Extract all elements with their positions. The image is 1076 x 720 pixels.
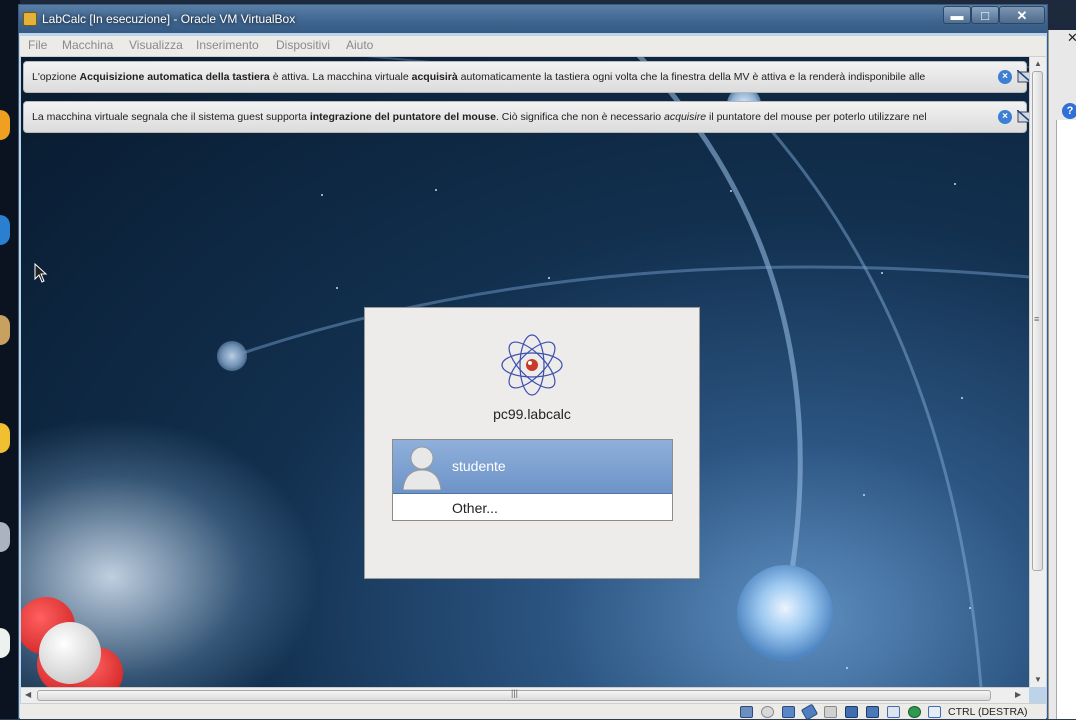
- vertical-scrollbar[interactable]: ▲ ≡ ▼: [1029, 57, 1046, 687]
- star: [435, 189, 437, 191]
- notice-text-part: acquisire: [664, 111, 707, 123]
- close-notice-icon[interactable]: ×: [998, 70, 1012, 84]
- display-icon[interactable]: [866, 706, 879, 718]
- menu-bar: File Macchina Visualizza Inserimento Dis…: [20, 36, 1046, 57]
- login-greeter: pc99.labcalc studente Other...: [364, 307, 700, 579]
- star: [548, 277, 550, 279]
- star: [881, 272, 883, 274]
- menu-dispositivi[interactable]: Dispositivi: [276, 38, 330, 52]
- do-not-show-again-icon[interactable]: [1017, 70, 1029, 84]
- optical-disk-icon[interactable]: [761, 706, 774, 718]
- small-orb: [217, 341, 247, 371]
- host-background-window: ✕ ?: [1048, 30, 1076, 719]
- virtualbox-app-icon: [23, 12, 37, 26]
- scroll-left-icon[interactable]: ◀: [25, 690, 31, 699]
- user-avatar-icon: [402, 446, 442, 490]
- notice-text-part: Acquisizione automatica della tastiera: [79, 71, 270, 83]
- molecule-atom: [39, 622, 101, 684]
- virtualbox-window: LabCalc [In esecuzione] - Oracle VM Virt…: [18, 4, 1048, 720]
- notice-text: La macchina virtuale segnala che il sist…: [32, 111, 927, 123]
- capture-icon[interactable]: [887, 706, 900, 718]
- host-desktop-app-icon[interactable]: [0, 215, 10, 245]
- mouse-integration-icon[interactable]: [928, 706, 941, 718]
- user-item-other[interactable]: Other...: [393, 494, 672, 520]
- close-button[interactable]: ✕: [999, 6, 1045, 24]
- notice-text-part: . Ciò significa che non è necessario: [495, 111, 665, 123]
- host-desktop-app-icon[interactable]: [0, 423, 10, 453]
- title-bar[interactable]: LabCalc [In esecuzione] - Oracle VM Virt…: [19, 5, 1047, 33]
- window-title: LabCalc [In esecuzione] - Oracle VM Virt…: [42, 12, 296, 26]
- hard-disk-icon[interactable]: [740, 706, 753, 718]
- notice-text-part: acquisirà: [411, 71, 458, 83]
- grip-icon: ≡: [1034, 314, 1040, 324]
- status-bar: CTRL (DESTRA): [20, 703, 1046, 720]
- star: [321, 194, 323, 196]
- mouse-integration-notice: La macchina virtuale segnala che il sist…: [23, 101, 1029, 133]
- user-list: studente Other...: [392, 439, 673, 521]
- scroll-right-icon[interactable]: ▶: [1015, 690, 1021, 699]
- host-desktop-app-icon[interactable]: [0, 315, 10, 345]
- help-icon[interactable]: ?: [1062, 103, 1076, 119]
- do-not-show-again-icon[interactable]: [1017, 110, 1029, 124]
- floppy-icon[interactable]: [824, 706, 837, 718]
- keyboard-capture-notice: L'opzione Acquisizione automatica della …: [23, 61, 1029, 93]
- menu-file[interactable]: File: [28, 38, 47, 52]
- star: [863, 494, 865, 496]
- host-window-panel: [1056, 120, 1076, 719]
- notice-text-part: è attiva. La macchina virtuale: [269, 71, 412, 83]
- notice-text-part: L'opzione: [32, 71, 80, 83]
- horizontal-scrollbar[interactable]: ◀ ||| ▶: [21, 687, 1029, 703]
- menu-inserimento[interactable]: Inserimento: [196, 38, 259, 52]
- scroll-up-icon[interactable]: ▲: [1034, 59, 1042, 68]
- menu-visualizza[interactable]: Visualizza: [129, 38, 183, 52]
- host-desktop-app-icon[interactable]: [0, 628, 10, 658]
- notice-text-part: La macchina virtuale segnala che il sist…: [32, 111, 310, 123]
- usb-icon[interactable]: [800, 703, 819, 720]
- host-desktop-icon-strip: [0, 0, 20, 719]
- user-name: studente: [452, 458, 506, 474]
- star: [969, 607, 971, 609]
- star: [730, 190, 732, 192]
- menu-aiuto[interactable]: Aiuto: [346, 38, 373, 52]
- star: [961, 397, 963, 399]
- close-icon[interactable]: ✕: [1067, 30, 1076, 46]
- menu-macchina[interactable]: Macchina: [62, 38, 113, 52]
- notice-text: L'opzione Acquisizione automatica della …: [32, 71, 925, 83]
- host-desktop-app-icon[interactable]: [0, 110, 10, 140]
- minimize-button[interactable]: ▬: [943, 6, 971, 24]
- maximize-button[interactable]: □: [971, 6, 999, 24]
- notice-text-part: il puntatore del mouse per poterlo utili…: [706, 111, 927, 123]
- atom-logo-icon: [501, 334, 563, 396]
- host-desktop-app-icon[interactable]: [0, 522, 10, 552]
- grip-icon: |||: [511, 688, 519, 698]
- star: [846, 667, 848, 669]
- hostname-label: pc99.labcalc: [493, 406, 571, 422]
- shared-folders-icon[interactable]: [845, 706, 858, 718]
- host-key-label: CTRL (DESTRA): [948, 706, 1028, 718]
- notice-text-part: integrazione del puntatore del mouse: [309, 111, 496, 123]
- close-notice-icon[interactable]: ×: [998, 110, 1012, 124]
- video-capture-icon[interactable]: [908, 706, 921, 718]
- planet-orb: [737, 565, 833, 661]
- star: [954, 183, 956, 185]
- star: [336, 287, 338, 289]
- user-name: Other...: [452, 500, 498, 516]
- user-item-studente[interactable]: studente: [393, 440, 672, 494]
- scroll-down-icon[interactable]: ▼: [1034, 675, 1042, 684]
- vm-display[interactable]: L'opzione Acquisizione automatica della …: [21, 57, 1029, 687]
- network-icon[interactable]: [782, 706, 795, 718]
- mouse-cursor-icon: [34, 263, 48, 283]
- notice-text-part: automaticamente la tastiera ogni volta c…: [457, 71, 926, 83]
